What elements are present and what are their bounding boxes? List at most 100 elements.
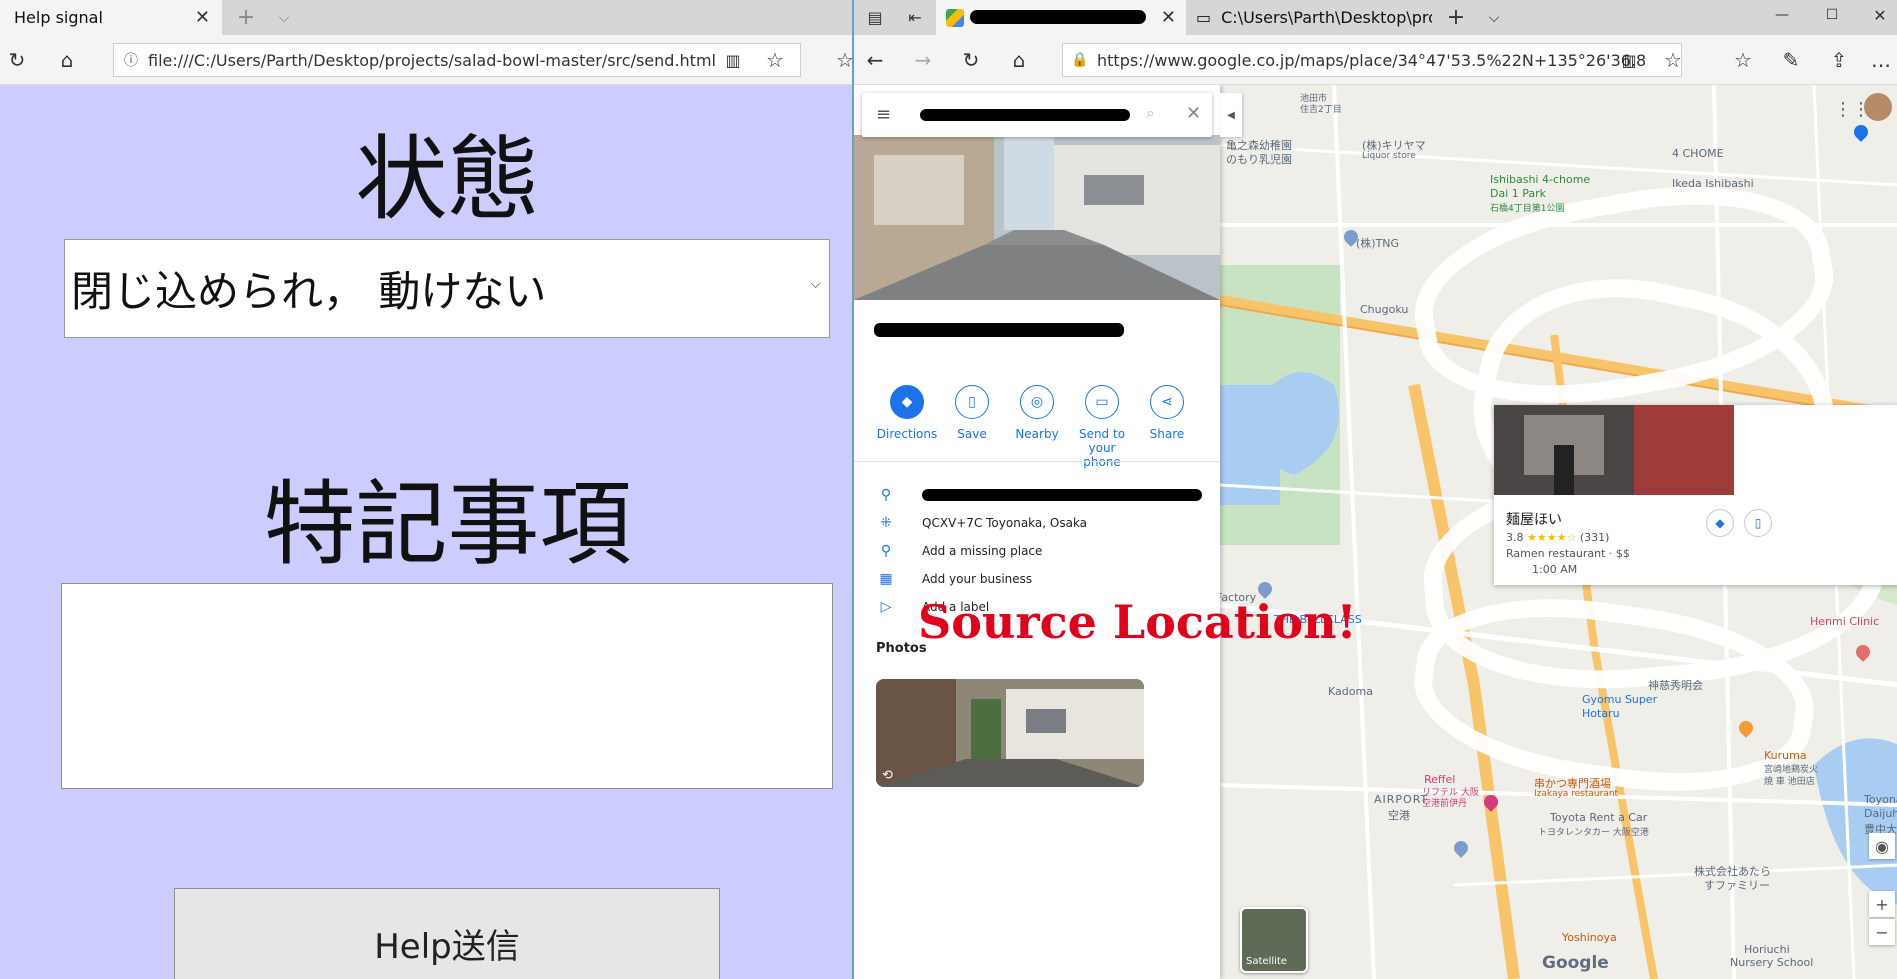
new-tab-icon[interactable]: + <box>1442 0 1470 35</box>
zoom-out-button[interactable]: − <box>1869 919 1895 945</box>
share-button[interactable]: ⋖ Share <box>1132 385 1202 441</box>
map-label: 空港前伊丹 <box>1422 799 1468 809</box>
right-tab-bar: ▤ ⇤ ✕ ▭ C:\Users\Parth\Desktop\pro + ⌵ —… <box>854 0 1897 35</box>
map-label: Toyota Rent a Car <box>1550 811 1648 824</box>
send-to-phone-label-2: phone <box>1083 455 1121 469</box>
divider <box>854 461 1220 462</box>
google-maps-icon <box>946 8 964 27</box>
location-icon[interactable]: ◉ <box>1869 833 1895 859</box>
tab2-title: C:\Users\Parth\Desktop\pro <box>1221 8 1432 27</box>
satellite-toggle[interactable]: Satellite <box>1240 907 1308 973</box>
restaurant-name: 麺屋ほい <box>1506 512 1562 528</box>
avatar[interactable] <box>1864 93 1892 121</box>
label-icon: ▷ <box>880 599 892 615</box>
search-icon[interactable]: ⌕ <box>1146 103 1155 123</box>
address-bar[interactable]: 🔒 https://www.google.co.jp/maps/place/34… <box>1062 43 1682 77</box>
refresh-icon[interactable]: ↻ <box>4 47 30 73</box>
redacted-search-text <box>920 109 1130 121</box>
map-label: Nursery School <box>1730 956 1814 969</box>
share-icon: ⋖ <box>1150 385 1184 419</box>
help-send-button[interactable]: Help送信 <box>174 888 720 979</box>
bookmark-icon: ▯ <box>955 385 989 419</box>
place-panel: ≡ ⌕ ✕ ◆ Directions ▯ Save ◎ Nearby ▭ Sen <box>854 85 1220 979</box>
chevron-down-icon[interactable]: ⌵ <box>270 0 298 35</box>
save-button[interactable]: ▯ Save <box>937 385 1007 441</box>
share-icon[interactable]: ⇪ <box>1826 47 1852 73</box>
status-select[interactable]: 閉じ込められ， 動けない ⌵ <box>64 239 830 338</box>
redacted-place-name <box>874 323 1124 337</box>
favorite-star-icon[interactable]: ☆ <box>1660 47 1686 73</box>
map-label: Ikeda Ishibashi <box>1672 177 1754 190</box>
map-label: Gyomu Super <box>1582 693 1658 706</box>
left-browser-window: Help signal ✕ + ⌵ ↻ ⌂ ⓘ file:///C:/Users… <box>0 0 852 979</box>
add-business-row[interactable]: ▦ Add your business <box>876 569 1032 589</box>
favorites-icon[interactable]: ☆ <box>832 47 852 73</box>
maximize-icon[interactable]: ☐ <box>1814 0 1850 30</box>
close-tab-icon[interactable]: ✕ <box>1161 7 1176 28</box>
card-save-icon[interactable]: ▯ <box>1744 509 1772 537</box>
back-icon[interactable]: ← <box>862 47 888 73</box>
pen-icon[interactable]: ✎ <box>1778 47 1804 73</box>
rating-row: 3.8 ★★★★☆ (331) <box>1506 531 1609 544</box>
chevron-down-icon[interactable]: ⌵ <box>1480 0 1508 35</box>
collapse-panel-button[interactable]: ◀ <box>1220 93 1242 137</box>
street-view-photo[interactable] <box>854 135 1220 300</box>
favorite-star-icon[interactable]: ☆ <box>762 47 788 73</box>
add-place-icon: ⚲ <box>880 543 892 559</box>
tab-google-maps[interactable]: ✕ <box>936 0 1186 35</box>
address-row[interactable]: ⚲ <box>876 485 1202 505</box>
left-nav-bar: ↻ ⌂ ⓘ file:///C:/Users/Parth/Desktop/pro… <box>0 35 852 85</box>
location-pin-icon: ⚲ <box>880 487 892 503</box>
restaurant-photo <box>1494 405 1734 495</box>
map-label: Izakaya restaurant <box>1534 789 1619 799</box>
status-select-value: 閉じ込められ， 動けない <box>71 267 547 316</box>
card-directions-icon[interactable]: ◆ <box>1706 509 1734 537</box>
status-heading: 状態 <box>355 126 540 233</box>
close-tab-icon[interactable]: ✕ <box>195 7 210 28</box>
more-icon[interactable]: … <box>1868 47 1894 73</box>
notes-textarea[interactable] <box>61 583 833 789</box>
360-view-icon: ⟲ <box>882 768 893 783</box>
tab-local-file[interactable]: ▭ C:\Users\Parth\Desktop\pro <box>1186 0 1432 35</box>
lock-icon: 🔒 <box>1071 52 1089 68</box>
home-icon[interactable]: ⌂ <box>54 47 80 73</box>
set-tabs-aside-icon[interactable]: ⇤ <box>902 4 928 30</box>
send-to-phone-label: Send to your <box>1078 427 1126 455</box>
save-label: Save <box>957 427 987 441</box>
forward-icon[interactable]: → <box>910 47 936 73</box>
restaurant-category: Ramen restaurant · $$ <box>1506 547 1630 560</box>
refresh-icon[interactable]: ↻ <box>958 47 984 73</box>
send-to-phone-button[interactable]: ▭ Send to your phone <box>1067 385 1137 469</box>
reading-view-icon[interactable]: ▥ <box>720 47 746 73</box>
directions-button[interactable]: ◆ Directions <box>872 385 942 441</box>
map-label: 焼 車 池田店 <box>1764 777 1815 787</box>
tab-help-signal[interactable]: Help signal ✕ <box>0 0 222 35</box>
new-tab-icon[interactable]: + <box>232 0 260 35</box>
tab-preview-icon[interactable]: ▤ <box>862 4 888 30</box>
redacted-tab-title <box>970 10 1146 24</box>
minimize-icon[interactable]: — <box>1764 0 1800 30</box>
favorites-icon[interactable]: ☆ <box>1730 47 1756 73</box>
photo-thumbnail[interactable]: ⟲ <box>876 679 1144 787</box>
share-label: Share <box>1149 427 1185 441</box>
close-window-icon[interactable]: ✕ <box>1862 0 1897 30</box>
zoom-in-button[interactable]: + <box>1869 891 1895 917</box>
chevron-left-icon: ◀ <box>1227 109 1235 121</box>
plus-code-row[interactable]: ⁜ QCXV+7C Toyonaka, Osaka <box>876 513 1087 533</box>
google-logo: Google <box>1542 953 1609 973</box>
nearby-button[interactable]: ◎ Nearby <box>1002 385 1072 441</box>
place-result-card[interactable]: 麺屋ほい 3.8 ★★★★☆ (331) Ramen restaurant · … <box>1494 405 1897 585</box>
map-label: 4 CHOME <box>1672 147 1724 160</box>
nearby-label: Nearby <box>1015 427 1059 441</box>
menu-icon[interactable]: ≡ <box>876 104 891 125</box>
google-map[interactable]: 池田市 住吉2丁目 亀之森幼稚園 のもり乳児園 (株)キリヤマ Liquor s… <box>854 85 1897 979</box>
reading-view-icon[interactable]: ▥ <box>1616 47 1642 73</box>
address-bar[interactable]: ⓘ file:///C:/Users/Parth/Desktop/project… <box>113 43 801 77</box>
chevron-down-icon: ⌵ <box>810 276 821 292</box>
add-missing-place-row[interactable]: ⚲ Add a missing place <box>876 541 1043 561</box>
maps-search-box[interactable]: ≡ ⌕ ✕ <box>862 93 1212 137</box>
map-label: Ishibashi 4-chome <box>1490 173 1591 186</box>
left-tab-bar: Help signal ✕ + ⌵ <box>0 0 852 35</box>
clear-search-icon[interactable]: ✕ <box>1186 103 1201 124</box>
home-icon[interactable]: ⌂ <box>1006 47 1032 73</box>
